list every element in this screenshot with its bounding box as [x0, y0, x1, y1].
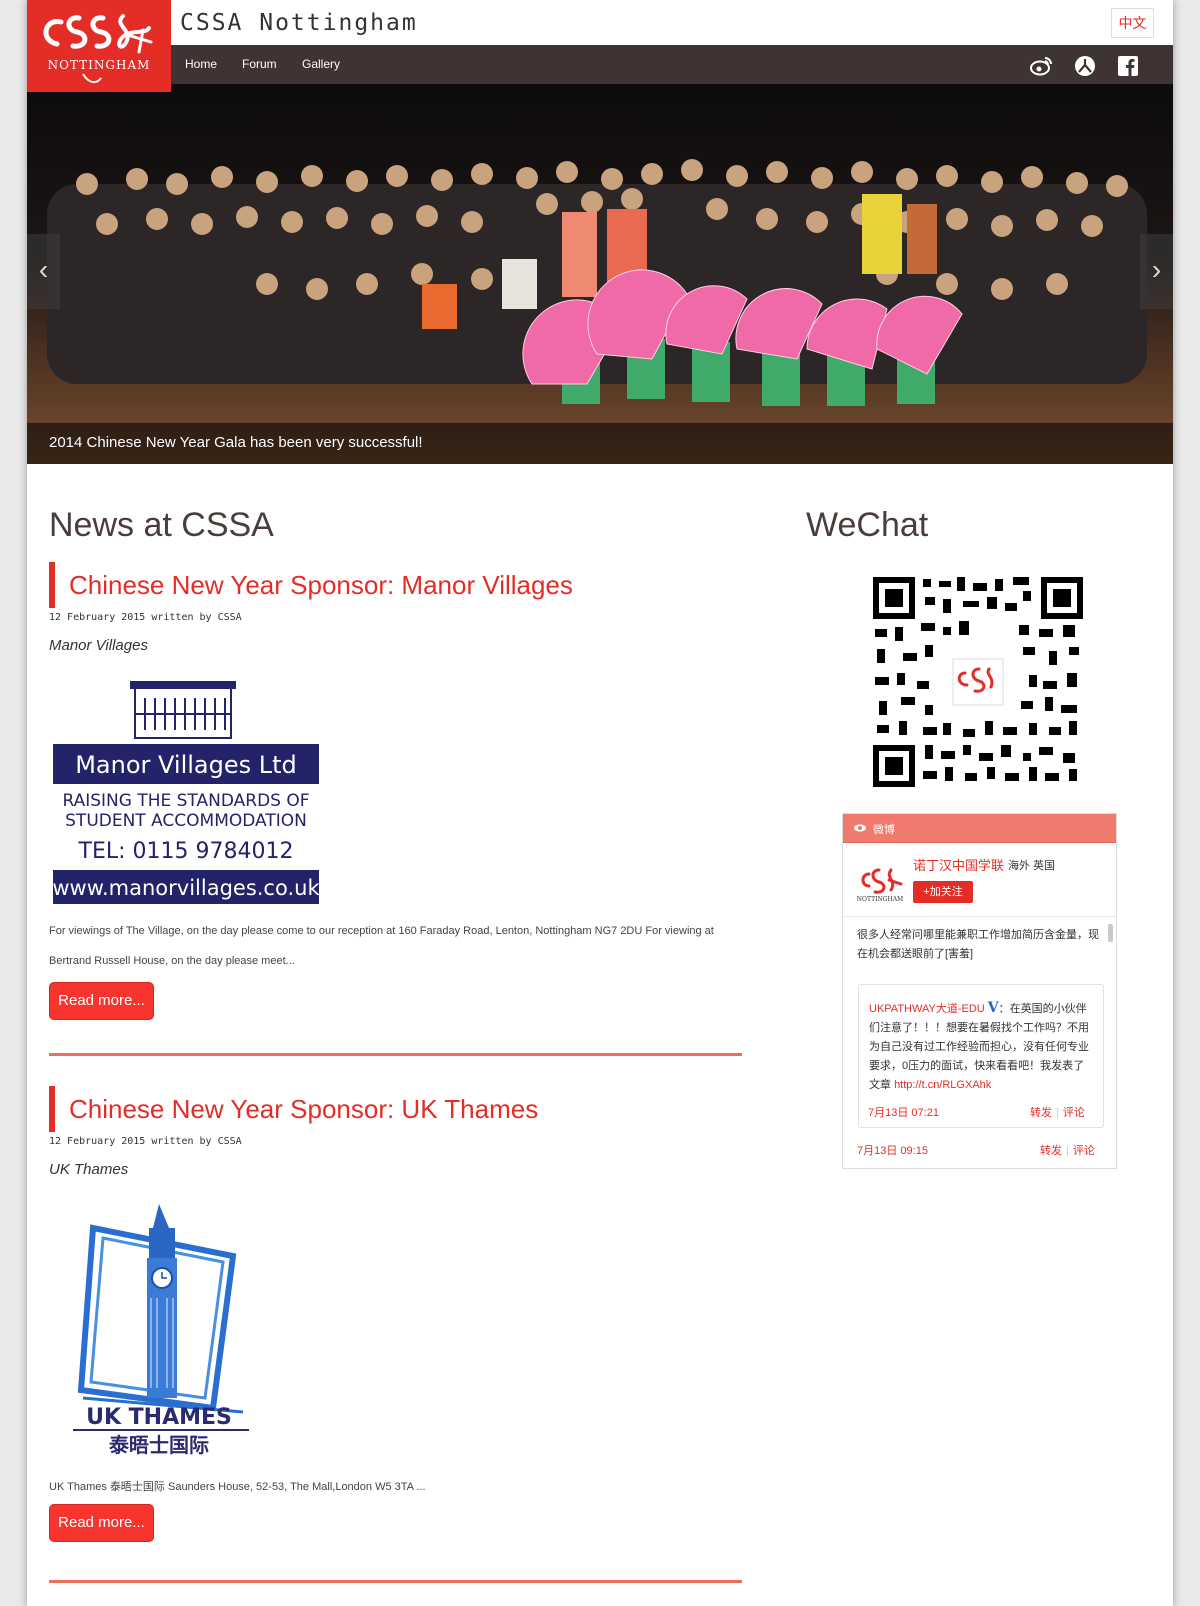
- gala-photo: [27, 84, 1173, 464]
- weibo-repost-text: ：在英国的小伙伴们注意了！！！想要在暑假找个工作吗？不用为自己没有过工作经验而担…: [869, 1003, 1089, 1091]
- manor-logo-tel: TEL: 0115 9784012: [78, 839, 294, 864]
- nav-home[interactable]: Home: [185, 45, 217, 84]
- slider-next-button[interactable]: ›: [1140, 234, 1173, 309]
- weibo-post-text: 很多人经常问哪里能兼职工作增加简历含金量，现在机会都送眼前了[害羞]: [857, 929, 1099, 960]
- uk-thames-logo: UK THAMES 泰晤士国际: [73, 1204, 249, 1457]
- weibo-repost-link[interactable]: http://t.cn/RLGXAhk: [894, 1079, 991, 1091]
- manor-logo-line2: STUDENT ACCOMMODATION: [65, 811, 307, 831]
- top-bar: CSSA Nottingham 中文: [27, 0, 1173, 45]
- slider-caption-bar: 2014 Chinese New Year Gala has been very…: [27, 423, 1173, 464]
- weibo-repost-actions: 转发 | 评论: [1030, 1107, 1085, 1119]
- article-title-block: Chinese New Year Sponsor: UK Thames: [49, 1086, 742, 1132]
- article-divider: [49, 1053, 742, 1056]
- manor-logo-name: Manor Villages Ltd: [75, 751, 297, 779]
- cssa-logo[interactable]: NOTTINGHAM: [27, 0, 171, 92]
- renren-icon[interactable]: [1074, 55, 1096, 77]
- manor-logo-line1: RAISING THE STANDARDS OF: [62, 791, 309, 811]
- verified-badge-icon: V: [987, 1000, 999, 1016]
- logo-text: NOTTINGHAM: [48, 58, 151, 72]
- weibo-header-label: 微博: [873, 824, 895, 836]
- weibo-feed-scrollbar[interactable]: [1108, 924, 1113, 942]
- article-divider: [49, 1580, 742, 1583]
- manor-villages-logo: Manor Villages Ltd RAISING THE STANDARDS…: [52, 681, 320, 904]
- nav-gallery[interactable]: Gallery: [302, 45, 340, 84]
- weibo-follow-button[interactable]: +加关注: [913, 881, 973, 903]
- weibo-repost-comment[interactable]: 评论: [1063, 1107, 1085, 1119]
- weibo-repost-forward[interactable]: 转发: [1030, 1107, 1052, 1119]
- language-toggle-button[interactable]: 中文: [1111, 8, 1154, 38]
- weibo-icon[interactable]: [1030, 55, 1052, 77]
- article-subtitle: Manor Villages: [49, 637, 148, 654]
- weibo-post-comment[interactable]: 评论: [1073, 1145, 1095, 1157]
- news-heading: News at CSSA: [49, 506, 274, 544]
- article-excerpt: UK Thames 泰晤士国际 Saunders House, 52-53, T…: [49, 1481, 426, 1493]
- uk-thames-logo-cn: 泰晤士国际: [108, 1433, 209, 1457]
- page: CSSA Nottingham 中文 Home Forum Gallery NO…: [27, 0, 1173, 1606]
- svg-text:NOTTINGHAM: NOTTINGHAM: [857, 896, 903, 902]
- article-meta: 12 February 2015 written by CSSA: [49, 1136, 242, 1147]
- manor-logo-url: www.manorvillages.co.uk: [52, 876, 320, 900]
- weibo-account-name[interactable]: 诺丁汉中国学联: [913, 855, 1004, 874]
- article-card: Chinese New Year Sponsor: Manor Villages…: [49, 562, 742, 1020]
- weibo-post-actions: 转发 | 评论: [1040, 1145, 1095, 1157]
- weibo-profile: NOTTINGHAM 诺丁汉中国学联 海外 英国 +加关注: [843, 844, 1116, 917]
- article-card: Chinese New Year Sponsor: UK Thames 12 F…: [49, 1086, 742, 1542]
- article-title-block: Chinese New Year Sponsor: Manor Villages: [49, 562, 742, 608]
- article-title[interactable]: Chinese New Year Sponsor: UK Thames: [69, 1086, 742, 1132]
- article-meta: 12 February 2015 written by CSSA: [49, 612, 242, 623]
- facebook-icon[interactable]: [1117, 55, 1139, 77]
- wechat-heading: WeChat: [806, 506, 929, 544]
- weibo-repost-time[interactable]: 7月13日 07:21: [868, 1104, 939, 1120]
- weibo-location: 海外 英国: [1008, 860, 1056, 872]
- weibo-widget: 微博 NOTTINGHAM 诺丁汉中国学联 海外 英国 +加关注 很多人经常问哪…: [842, 813, 1117, 1169]
- weibo-repost-author[interactable]: UKPATHWAY大道-EDU: [869, 1003, 985, 1015]
- read-more-button[interactable]: Read more...: [49, 1504, 154, 1542]
- weibo-avatar[interactable]: NOTTINGHAM: [855, 862, 905, 902]
- weibo-post-forward[interactable]: 转发: [1040, 1145, 1062, 1157]
- slider-caption: 2014 Chinese New Year Gala has been very…: [49, 434, 423, 451]
- article-subtitle: UK Thames: [49, 1161, 129, 1178]
- weibo-post-time[interactable]: 7月13日 09:15: [857, 1142, 928, 1158]
- wechat-qr-code: [873, 577, 1083, 787]
- eye-icon: [854, 824, 866, 832]
- uk-thames-logo-name: UK THAMES: [86, 1405, 232, 1430]
- slider-prev-button[interactable]: ‹: [27, 234, 60, 309]
- read-more-button[interactable]: Read more...: [49, 982, 154, 1020]
- nav-forum[interactable]: Forum: [242, 45, 277, 84]
- hero-slider: ‹ › 2014 Chinese New Year Gala has been …: [27, 84, 1173, 464]
- article-title[interactable]: Chinese New Year Sponsor: Manor Villages: [69, 562, 742, 608]
- site-title[interactable]: CSSA Nottingham: [180, 10, 418, 36]
- main-nav: Home Forum Gallery: [27, 45, 1173, 84]
- article-excerpt: For viewings of The Village, on the day …: [49, 925, 714, 967]
